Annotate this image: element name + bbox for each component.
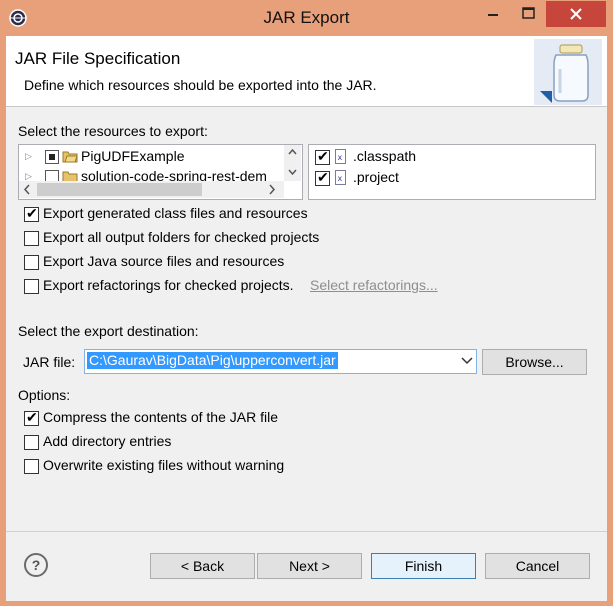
maximize-button[interactable] <box>511 1 546 27</box>
jar-file-combo[interactable]: C:\Gaurav\BigData\Pig\upperconvert.jar <box>84 349 477 374</box>
resources-label: Select the resources to export: <box>18 123 208 139</box>
checkbox[interactable] <box>24 279 39 294</box>
scroll-left-icon[interactable] <box>19 181 36 198</box>
wizard-header: JAR File Specification Define which reso… <box>6 36 607 107</box>
resource-file-list[interactable]: ✔ x .classpath ✔ x .project <box>308 144 596 200</box>
close-button[interactable] <box>546 1 606 27</box>
button-bar-separator <box>6 531 607 532</box>
option-label: Overwrite existing files without warning <box>43 457 285 473</box>
jar-file-input[interactable]: C:\Gaurav\BigData\Pig\upperconvert.jar <box>87 352 338 369</box>
chevron-down-icon[interactable] <box>461 352 473 371</box>
page-description: Define which resources should be exporte… <box>24 77 377 93</box>
finish-button[interactable]: Finish <box>371 553 476 579</box>
maximize-icon <box>522 7 535 19</box>
minimize-icon <box>488 14 498 16</box>
browse-button[interactable]: Browse... <box>482 349 587 375</box>
tree-horizontal-scrollbar[interactable] <box>19 181 284 198</box>
scroll-right-icon[interactable] <box>263 181 280 198</box>
next-button[interactable]: Next > <box>257 553 362 579</box>
close-icon <box>570 8 582 20</box>
cancel-button[interactable]: Cancel <box>485 553 590 579</box>
dialog-client-area: JAR File Specification Define which reso… <box>6 36 607 601</box>
jar-icon <box>534 39 602 105</box>
checkbox[interactable]: ✔ <box>24 409 39 426</box>
tree-checkbox-partial[interactable] <box>45 150 59 164</box>
list-item-project[interactable]: ✔ x .project <box>309 168 589 189</box>
destination-label: Select the export destination: <box>18 323 199 339</box>
checkbox[interactable] <box>24 435 39 450</box>
resource-tree[interactable]: ▷ PigUDFExample ▷ solution-code-spring-r… <box>18 144 303 200</box>
back-button[interactable]: < Back <box>150 553 255 579</box>
option-label: Compress the contents of the JAR file <box>43 409 278 425</box>
checkbox[interactable] <box>24 459 39 474</box>
tree-item-label: PigUDFExample <box>81 148 185 164</box>
file-icon: x <box>335 170 346 185</box>
project-folder-icon <box>62 151 78 163</box>
checkbox[interactable]: ✔ <box>24 205 39 222</box>
file-checkbox[interactable]: ✔ <box>315 169 330 186</box>
help-icon[interactable]: ? <box>24 553 48 577</box>
tree-item-pigudfexample[interactable]: ▷ PigUDFExample <box>19 147 289 167</box>
jar-export-window: JAR Export JAR File Specification Define… <box>0 0 613 606</box>
file-checkbox[interactable]: ✔ <box>315 148 330 165</box>
svg-text:x: x <box>338 153 343 162</box>
tree-vertical-scrollbar[interactable] <box>284 145 301 181</box>
minimize-button[interactable] <box>475 1 511 27</box>
select-refactorings-link[interactable]: Select refactorings... <box>310 277 438 293</box>
jar-file-label: JAR file: <box>23 354 76 370</box>
page-title: JAR File Specification <box>15 49 181 68</box>
option-label: Export refactorings for checked projects… <box>43 277 294 293</box>
scroll-arrows-icon <box>288 148 297 176</box>
title-bar[interactable]: JAR Export <box>0 0 613 36</box>
svg-text:x: x <box>338 174 343 183</box>
scrollbar-thumb[interactable] <box>37 183 202 196</box>
option-label: Export generated class files and resourc… <box>43 205 308 221</box>
checkbox[interactable] <box>24 255 39 270</box>
file-icon: x <box>335 149 346 164</box>
list-item-label: .project <box>353 169 399 185</box>
list-item-classpath[interactable]: ✔ x .classpath <box>309 147 589 168</box>
option-label: Add directory entries <box>43 433 172 449</box>
option-label: Export all output folders for checked pr… <box>43 229 320 245</box>
expand-arrow-icon[interactable]: ▷ <box>25 151 32 162</box>
checkbox[interactable] <box>24 231 39 246</box>
option-label: Export Java source files and resources <box>43 253 285 269</box>
options-label: Options: <box>18 387 71 403</box>
list-item-label: .classpath <box>353 148 417 164</box>
